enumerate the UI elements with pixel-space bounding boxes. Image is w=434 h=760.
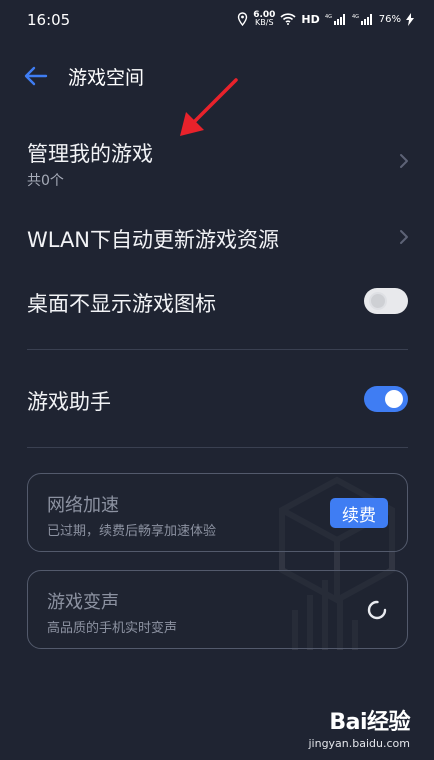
battery-level: 76% <box>378 13 401 25</box>
chevron-right-icon <box>400 230 408 244</box>
divider <box>27 447 408 448</box>
status-time: 16:05 <box>27 11 71 29</box>
wlan-update-title: WLAN下自动更新游戏资源 <box>27 228 280 252</box>
toggle-knob <box>385 390 403 408</box>
svg-text:4G: 4G <box>325 14 332 20</box>
hd-badge: HD <box>301 12 320 26</box>
status-bar: 16:05 6.00 KB/S HD 4G 4G 76% <box>0 0 434 42</box>
watermark-logo: Bai经验 <box>329 710 410 735</box>
chevron-right-icon <box>400 154 408 168</box>
network-boost-subtitle: 已过期，续费后畅享加速体验 <box>47 524 217 539</box>
back-button[interactable] <box>22 64 50 88</box>
manage-games-row[interactable]: 管理我的游戏 共0个 <box>0 128 434 190</box>
voice-changer-title: 游戏变声 <box>47 592 119 613</box>
game-assistant-row: 游戏助手 <box>0 376 434 422</box>
hide-icon-toggle[interactable] <box>364 288 408 314</box>
wlan-update-row[interactable]: WLAN下自动更新游戏资源 <box>0 214 434 260</box>
manage-games-title: 管理我的游戏 <box>27 142 153 166</box>
voice-changer-card[interactable]: 游戏变声 高品质的手机实时变声 <box>27 570 408 649</box>
voice-changer-subtitle: 高品质的手机实时变声 <box>47 621 178 636</box>
network-boost-title: 网络加速 <box>47 495 119 516</box>
toggle-knob <box>369 292 387 310</box>
game-assistant-title: 游戏助手 <box>27 390 111 414</box>
page-title: 游戏空间 <box>68 67 145 89</box>
baidu-jingyan-watermark: Bai经验 jingyan.baidu.com <box>308 704 410 750</box>
signal-icon: 4G <box>325 13 347 25</box>
watermark-url: jingyan.baidu.com <box>308 737 410 750</box>
arrow-left-icon <box>24 66 48 86</box>
network-boost-card[interactable]: 网络加速 已过期，续费后畅享加速体验 续费 <box>27 473 408 552</box>
location-icon <box>237 12 248 26</box>
charging-icon <box>406 12 414 26</box>
status-icons: 6.00 KB/S HD 4G 4G 76% <box>237 11 414 27</box>
hide-icon-row: 桌面不显示游戏图标 <box>0 278 434 324</box>
signal-icon: 4G <box>352 13 374 25</box>
game-assistant-toggle[interactable] <box>364 386 408 412</box>
renew-button[interactable]: 续费 <box>330 498 388 528</box>
hide-icon-title: 桌面不显示游戏图标 <box>27 292 216 316</box>
net-speed-unit: KB/S <box>255 18 274 27</box>
svg-text:4G: 4G <box>352 14 359 20</box>
divider <box>27 349 408 350</box>
manage-games-count: 共0个 <box>27 173 64 189</box>
loading-spinner-icon[interactable] <box>366 599 388 621</box>
net-speed: 6.00 KB/S <box>253 11 275 27</box>
wifi-icon <box>280 13 296 25</box>
